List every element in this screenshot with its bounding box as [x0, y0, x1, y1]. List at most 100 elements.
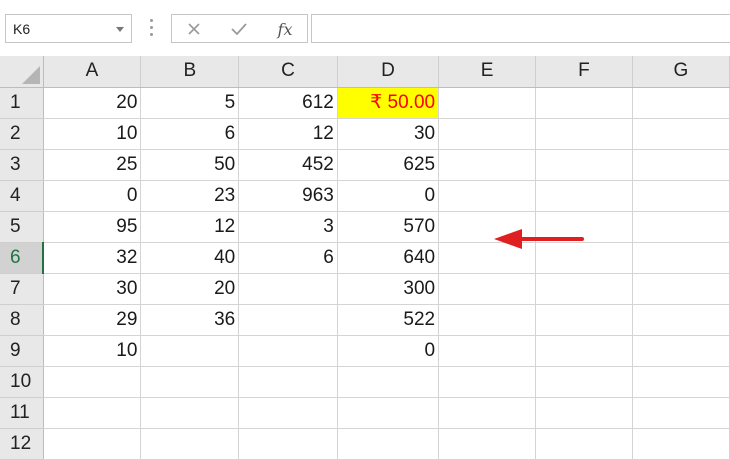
cell-b7[interactable]: 20	[140, 273, 240, 305]
cell-c8[interactable]	[238, 304, 338, 336]
cell-d2[interactable]: 30	[337, 118, 440, 150]
cell-g5[interactable]	[632, 211, 730, 243]
cell-c9[interactable]	[238, 335, 338, 367]
cell-g6[interactable]	[632, 242, 730, 274]
cell-e2[interactable]	[438, 118, 537, 150]
cell-f2[interactable]	[535, 118, 633, 150]
function-icon[interactable]: fx	[268, 16, 302, 42]
select-all-button[interactable]	[0, 56, 44, 88]
cell-c4[interactable]: 963	[238, 180, 338, 212]
cell-b1[interactable]: 5	[140, 87, 240, 119]
cell-f11[interactable]	[535, 397, 633, 429]
cell-c7[interactable]	[238, 273, 338, 305]
row-header[interactable]: 4	[0, 180, 44, 212]
cell-c1[interactable]: 612	[238, 87, 338, 119]
cell-d4[interactable]: 0	[337, 180, 440, 212]
cell-d3[interactable]: 625	[337, 149, 440, 181]
cell-f9[interactable]	[535, 335, 633, 367]
column-header-d[interactable]: D	[337, 56, 440, 88]
cell-d12[interactable]	[337, 428, 440, 460]
cell-a8[interactable]: 29	[43, 304, 142, 336]
row-header[interactable]: 10	[0, 366, 44, 398]
cell-f3[interactable]	[535, 149, 633, 181]
cell-d1[interactable]: ₹ 50.00	[337, 87, 440, 119]
cell-g12[interactable]	[632, 428, 730, 460]
cell-e1[interactable]	[438, 87, 537, 119]
row-header[interactable]: 9	[0, 335, 44, 367]
cell-c11[interactable]	[238, 397, 338, 429]
cell-e7[interactable]	[438, 273, 537, 305]
cell-d7[interactable]: 300	[337, 273, 440, 305]
cell-c10[interactable]	[238, 366, 338, 398]
cell-d11[interactable]	[337, 397, 440, 429]
cell-d10[interactable]	[337, 366, 440, 398]
cell-a5[interactable]: 95	[43, 211, 142, 243]
cell-e8[interactable]	[438, 304, 537, 336]
cell-e10[interactable]	[438, 366, 537, 398]
cell-a10[interactable]	[43, 366, 142, 398]
row-header[interactable]: 8	[0, 304, 44, 336]
cell-e4[interactable]	[438, 180, 537, 212]
name-box[interactable]: K6	[5, 14, 132, 43]
cell-b5[interactable]: 12	[140, 211, 240, 243]
dropdown-caret-icon[interactable]	[116, 27, 124, 32]
cell-g10[interactable]	[632, 366, 730, 398]
cell-b11[interactable]	[140, 397, 240, 429]
cell-a4[interactable]: 0	[43, 180, 142, 212]
cell-g8[interactable]	[632, 304, 730, 336]
cell-a6[interactable]: 32	[43, 242, 142, 274]
row-header[interactable]: 3	[0, 149, 44, 181]
cell-f1[interactable]	[535, 87, 633, 119]
cell-a7[interactable]: 30	[43, 273, 142, 305]
row-header[interactable]: 2	[0, 118, 44, 150]
cell-b9[interactable]	[140, 335, 240, 367]
cell-d8[interactable]: 522	[337, 304, 440, 336]
cell-b2[interactable]: 6	[140, 118, 240, 150]
enter-icon[interactable]	[222, 16, 256, 42]
column-header-b[interactable]: B	[140, 56, 240, 88]
cell-e11[interactable]	[438, 397, 537, 429]
cell-b10[interactable]	[140, 366, 240, 398]
cell-d9[interactable]: 0	[337, 335, 440, 367]
cell-a12[interactable]	[43, 428, 142, 460]
cell-a9[interactable]: 10	[43, 335, 142, 367]
cell-a1[interactable]: 20	[43, 87, 142, 119]
name-box-value[interactable]: K6	[13, 21, 30, 37]
cell-f7[interactable]	[535, 273, 633, 305]
column-header-f[interactable]: F	[535, 56, 633, 88]
cell-c3[interactable]: 452	[238, 149, 338, 181]
cell-b3[interactable]: 50	[140, 149, 240, 181]
cell-g2[interactable]	[632, 118, 730, 150]
cell-c2[interactable]: 12	[238, 118, 338, 150]
cell-e3[interactable]	[438, 149, 537, 181]
cell-d5[interactable]: 570	[337, 211, 440, 243]
formula-input[interactable]	[311, 14, 730, 43]
cell-c12[interactable]	[238, 428, 338, 460]
cell-e9[interactable]	[438, 335, 537, 367]
cell-g1[interactable]	[632, 87, 730, 119]
cancel-icon[interactable]	[177, 16, 211, 42]
row-header[interactable]: 11	[0, 397, 44, 429]
cell-c5[interactable]: 3	[238, 211, 338, 243]
column-header-e[interactable]: E	[438, 56, 537, 88]
select-all-triangle-icon[interactable]	[21, 65, 40, 84]
cell-f12[interactable]	[535, 428, 633, 460]
cell-g4[interactable]	[632, 180, 730, 212]
cell-a3[interactable]: 25	[43, 149, 142, 181]
row-header[interactable]: 1	[0, 87, 44, 119]
cell-g9[interactable]	[632, 335, 730, 367]
cell-f10[interactable]	[535, 366, 633, 398]
cell-b6[interactable]: 40	[140, 242, 240, 274]
column-header-a[interactable]: A	[43, 56, 142, 88]
cell-b8[interactable]: 36	[140, 304, 240, 336]
cell-f4[interactable]	[535, 180, 633, 212]
row-header-active[interactable]: 6	[0, 242, 45, 274]
cell-e12[interactable]	[438, 428, 537, 460]
cell-g7[interactable]	[632, 273, 730, 305]
row-header[interactable]: 7	[0, 273, 44, 305]
cell-b12[interactable]	[140, 428, 240, 460]
cell-c6[interactable]: 6	[238, 242, 338, 274]
column-header-g[interactable]: G	[632, 56, 730, 88]
column-header-c[interactable]: C	[238, 56, 338, 88]
cell-g11[interactable]	[632, 397, 730, 429]
